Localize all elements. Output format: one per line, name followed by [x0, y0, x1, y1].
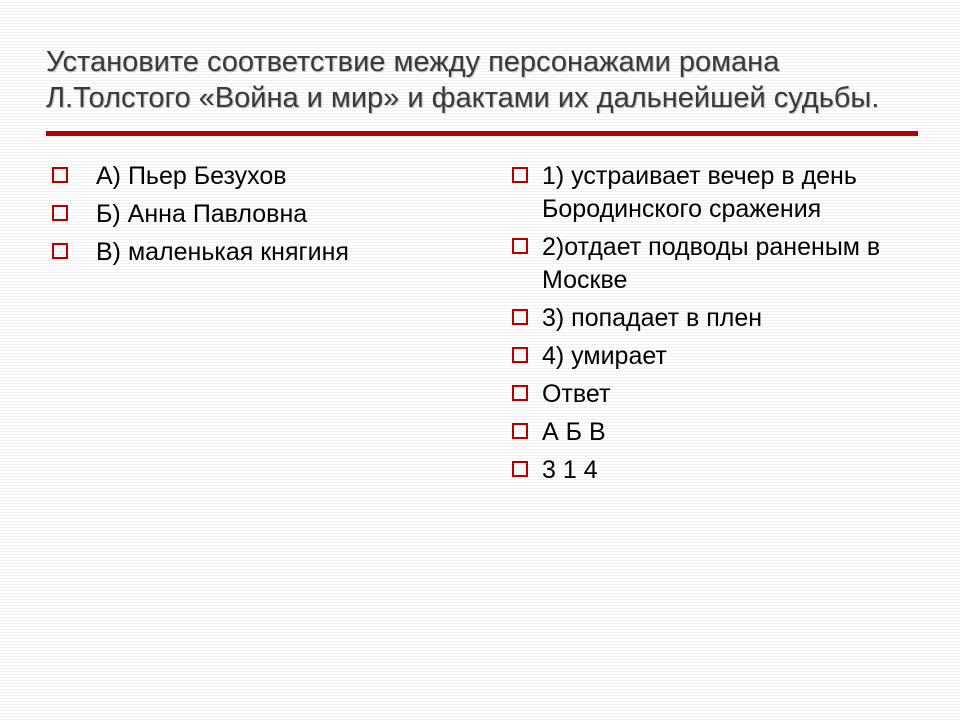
list-item: 1) устраивает вечер в день Бородинского … [506, 160, 906, 226]
title-underline [46, 131, 918, 136]
list-item-label: 3 1 4 [542, 454, 598, 487]
square-bullet-icon [52, 167, 68, 183]
square-bullet-icon [512, 167, 528, 183]
square-bullet-icon [512, 347, 528, 363]
slide-title: Установите соответствие между персонажам… [46, 44, 918, 117]
list-item: 3) попадает в плен [506, 302, 906, 335]
list-item: А) Пьер Безухов [46, 160, 484, 193]
list-item-label: А) Пьер Безухов [82, 160, 287, 193]
list-item: 2)отдает подводы раненым в Москве [506, 231, 906, 297]
list-item: Ответ [506, 378, 906, 411]
square-bullet-icon [512, 309, 528, 325]
list-item-label: А Б В [542, 416, 606, 449]
square-bullet-icon [512, 423, 528, 439]
list-item-label: 2)отдает подводы раненым в Москве [542, 231, 906, 297]
list-item-label: 3) попадает в плен [542, 302, 762, 335]
list-item-label: Ответ [542, 378, 610, 411]
list-item: Б) Анна Павловна [46, 198, 484, 231]
list-item: 4) умирает [506, 340, 906, 373]
list-item: В) маленькая княгиня [46, 236, 484, 269]
columns: А) Пьер Безухов Б) Анна Павловна В) мале… [46, 160, 918, 492]
square-bullet-icon [512, 385, 528, 401]
list-item: 3 1 4 [506, 454, 906, 487]
list-item: А Б В [506, 416, 906, 449]
square-bullet-icon [512, 238, 528, 254]
square-bullet-icon [512, 461, 528, 477]
square-bullet-icon [52, 205, 68, 221]
list-item-label: 1) устраивает вечер в день Бородинского … [542, 160, 906, 226]
slide: Установите соответствие между персонажам… [0, 0, 960, 492]
left-column: А) Пьер Безухов Б) Анна Павловна В) мале… [46, 160, 484, 492]
list-item-label: Б) Анна Павловна [82, 198, 307, 231]
square-bullet-icon [52, 243, 68, 259]
list-item-label: В) маленькая княгиня [82, 236, 349, 269]
right-column: 1) устраивает вечер в день Бородинского … [506, 160, 906, 492]
list-item-label: 4) умирает [542, 340, 667, 373]
